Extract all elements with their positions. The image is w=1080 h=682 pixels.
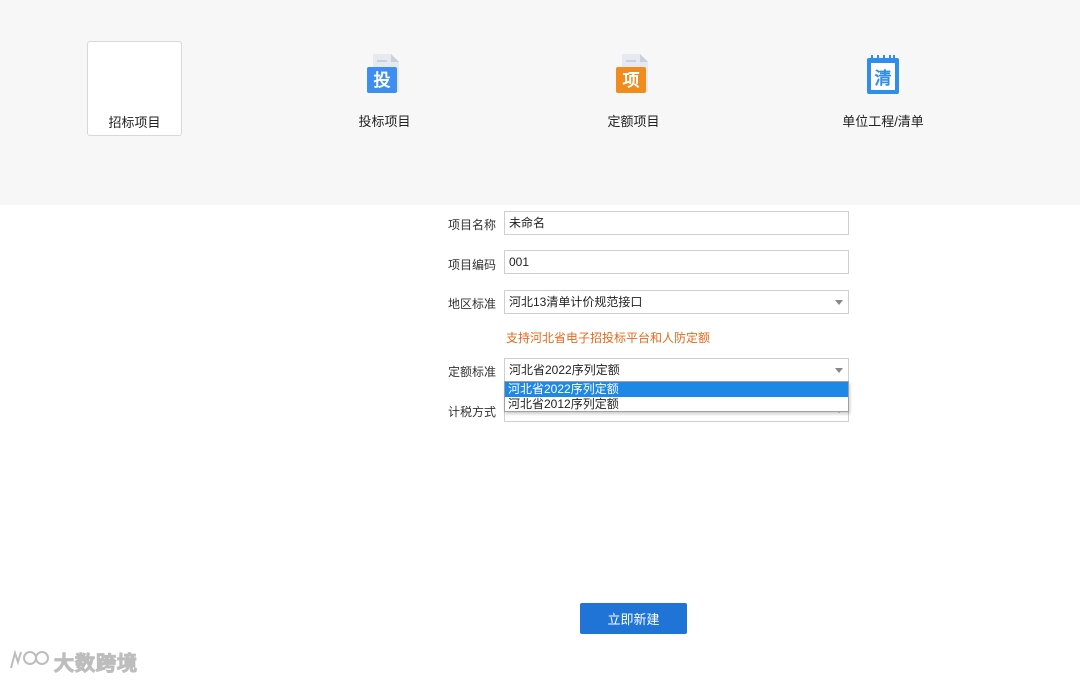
- chevron-down-icon: [835, 300, 843, 305]
- chevron-down-icon: [835, 368, 843, 373]
- bidding-icon-glyph: 投: [373, 70, 390, 91]
- create-now-button[interactable]: 立即新建: [580, 603, 687, 634]
- region-hint: 支持河北省电子招投标平台和人防定额: [506, 331, 711, 345]
- tab-label: 招标项目: [108, 115, 161, 130]
- quota-standard-dropdown: 河北省2022序列定额 河北省2012序列定额: [504, 381, 849, 412]
- dropdown-option[interactable]: 河北省2022序列定额: [505, 382, 848, 397]
- tab-unit-project-list[interactable]: 清 单位工程/清单: [813, 41, 953, 136]
- region-standard-value: 河北13清单计价规范接口: [509, 295, 643, 309]
- project-type-bar: 招标项目 投 投标项目 项 定额项目 清 单位工程/清单: [0, 0, 1080, 205]
- quota-doc-icon: 项: [615, 54, 648, 93]
- watermark-logo-icon: [10, 649, 49, 669]
- quota-standard-label: 定额标准: [447, 365, 496, 379]
- list-icon-glyph: 清: [875, 68, 892, 89]
- project-code-input[interactable]: 001: [504, 250, 849, 274]
- tab-bid-invitation-project[interactable]: 招标项目: [87, 41, 182, 136]
- quota-standard-select[interactable]: 河北省2022序列定额: [504, 358, 849, 382]
- quota-icon-glyph: 项: [622, 71, 639, 91]
- watermark: 大数跨境: [8, 646, 138, 676]
- watermark-text: 大数跨境: [54, 652, 138, 675]
- project-name-input[interactable]: 未命名: [504, 211, 849, 235]
- notebook-icon: 清: [867, 55, 899, 94]
- project-code-label: 项目编码: [447, 258, 496, 272]
- tab-bidding-project[interactable]: 投 投标项目: [337, 41, 432, 136]
- bidding-doc-icon: 投: [366, 54, 399, 93]
- tax-method-label: 计税方式: [447, 405, 496, 419]
- quota-standard-value: 河北省2022序列定额: [509, 363, 620, 377]
- tab-label: 定额项目: [607, 114, 660, 129]
- tab-quota-project[interactable]: 项 定额项目: [586, 41, 681, 136]
- tab-label: 投标项目: [358, 114, 411, 129]
- project-name-label: 项目名称: [447, 218, 496, 232]
- tab-label: 单位工程/清单: [842, 114, 924, 129]
- region-standard-label: 地区标准: [447, 297, 496, 311]
- dropdown-option[interactable]: 河北省2012序列定额: [505, 397, 848, 412]
- region-standard-select[interactable]: 河北13清单计价规范接口: [504, 290, 849, 314]
